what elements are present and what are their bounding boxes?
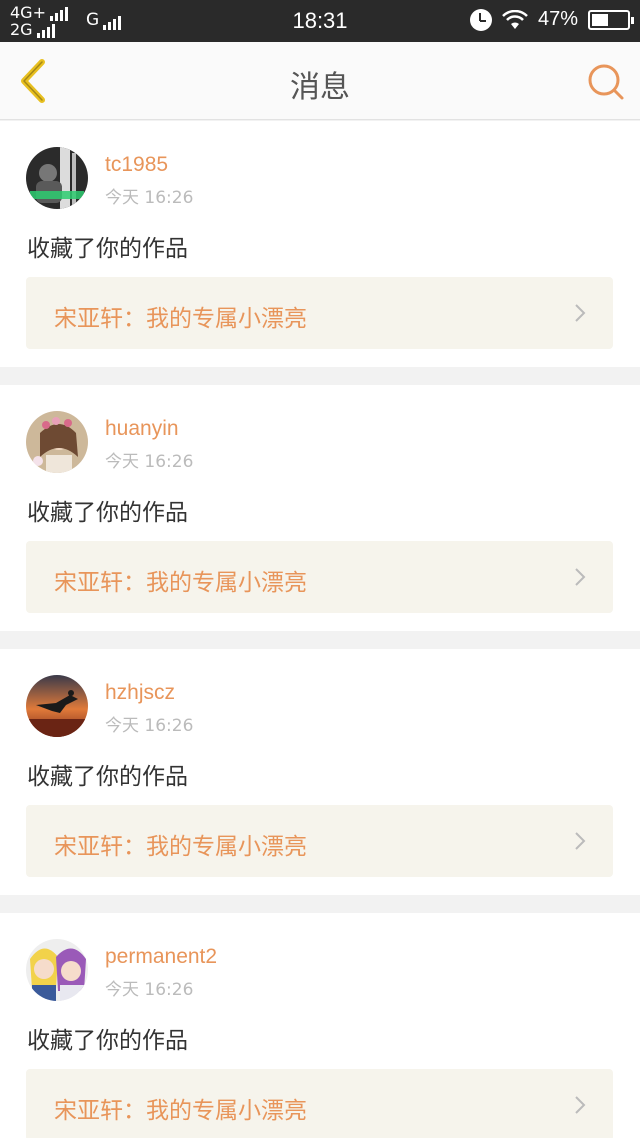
battery-level (592, 13, 608, 26)
timestamp: 今天 16:26 (105, 452, 194, 472)
message-card: huanyin 今天 16:26 收藏了你的作品 宋亚轩：我的专属小漂亮 (0, 385, 640, 631)
timestamp: 今天 16:26 (105, 980, 194, 1000)
action-text: 收藏了你的作品 (27, 1028, 188, 1054)
battery-icon (588, 9, 634, 30)
search-button[interactable] (586, 62, 626, 102)
chevron-right-icon (575, 832, 586, 850)
work-link[interactable]: 宋亚轩：我的专属小漂亮 (26, 541, 613, 613)
avatar[interactable] (26, 675, 88, 737)
avatar[interactable] (26, 939, 88, 1001)
timestamp: 今天 16:26 (105, 716, 194, 736)
message-list: tc1985 今天 16:26 收藏了你的作品 宋亚轩：我的专属小漂亮 huan… (0, 121, 640, 1138)
work-link[interactable]: 宋亚轩：我的专属小漂亮 (26, 1069, 613, 1138)
message-card: permanent2 今天 16:26 收藏了你的作品 宋亚轩：我的专属小漂亮 (0, 913, 640, 1138)
wifi-icon (502, 9, 528, 29)
avatar[interactable] (26, 411, 88, 473)
avatar[interactable] (26, 147, 88, 209)
message-card: hzhjscz 今天 16:26 收藏了你的作品 宋亚轩：我的专属小漂亮 (0, 649, 640, 895)
work-title: 宋亚轩：我的专属小漂亮 (54, 834, 307, 860)
chevron-right-icon (575, 1096, 586, 1114)
work-link[interactable]: 宋亚轩：我的专属小漂亮 (26, 805, 613, 877)
action-text: 收藏了你的作品 (27, 764, 188, 790)
username[interactable]: tc1985 (105, 153, 168, 177)
work-link[interactable]: 宋亚轩：我的专属小漂亮 (26, 277, 613, 349)
status-right-group: 47% (469, 8, 634, 31)
action-text: 收藏了你的作品 (27, 500, 188, 526)
chevron-right-icon (575, 568, 586, 586)
work-title: 宋亚轩：我的专属小漂亮 (54, 1098, 307, 1124)
search-icon (588, 64, 624, 100)
work-title: 宋亚轩：我的专属小漂亮 (54, 306, 307, 332)
username[interactable]: huanyin (105, 417, 179, 441)
action-text: 收藏了你的作品 (27, 236, 188, 262)
username[interactable]: hzhjscz (105, 681, 175, 705)
alarm-icon (469, 8, 492, 31)
chevron-right-icon (575, 304, 586, 322)
work-title: 宋亚轩：我的专属小漂亮 (54, 570, 307, 596)
message-card: tc1985 今天 16:26 收藏了你的作品 宋亚轩：我的专属小漂亮 (0, 121, 640, 367)
header: 消息 (0, 42, 640, 120)
timestamp: 今天 16:26 (105, 188, 194, 208)
username[interactable]: permanent2 (105, 945, 217, 969)
page-title: 消息 (290, 70, 350, 105)
status-bar: 4G+ 2G G 18:31 47% (0, 0, 640, 42)
battery-percent: 47% (537, 8, 578, 30)
